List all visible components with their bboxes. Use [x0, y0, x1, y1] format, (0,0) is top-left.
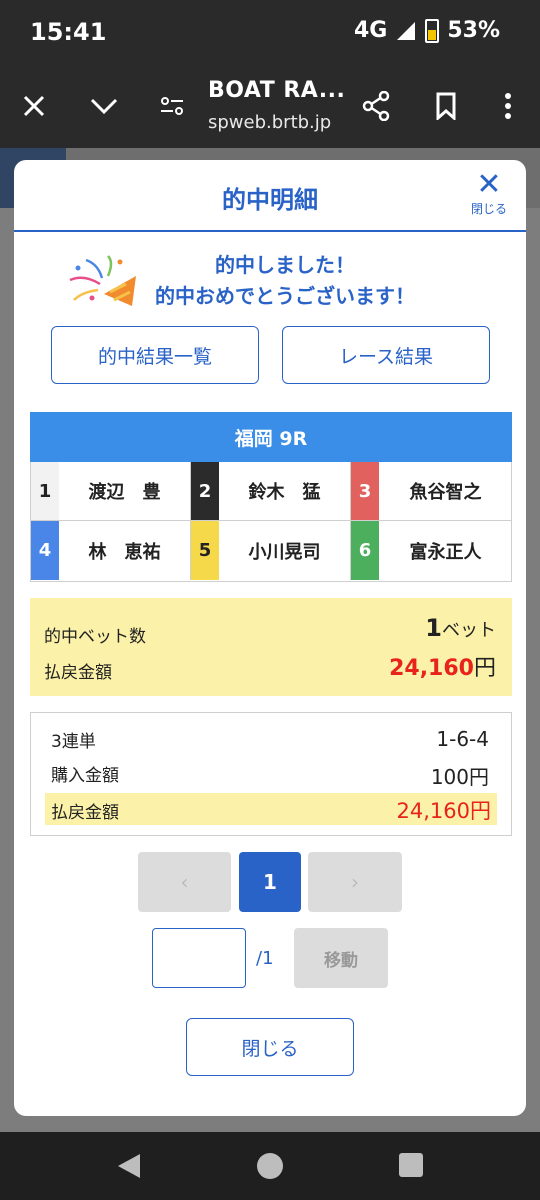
modal-header: 的中明細 ✕ 閉じる — [14, 160, 526, 232]
racer-number-3: 3 — [351, 462, 379, 520]
racer-cell-3: 3 魚谷智之 — [351, 462, 512, 521]
bet-count-number: 1 — [425, 614, 442, 642]
modal-title: 的中明細 — [222, 186, 318, 214]
share-icon[interactable] — [354, 84, 398, 128]
hit-results-list-button[interactable]: 的中結果一覧 — [51, 326, 259, 384]
status-bar: 15:41 4G 53% — [0, 0, 540, 64]
hit-summary: 的中ベット数 1ベット 払戻金額 24,160円 — [30, 598, 512, 696]
purchase-label: 購入金額 — [51, 766, 119, 786]
page-settings-icon[interactable] — [150, 84, 194, 128]
payout-total-unit: 円 — [473, 656, 496, 681]
chevron-right-icon: › — [351, 870, 359, 894]
racer-number-5: 5 — [191, 521, 219, 580]
bet-type: 3連単 — [51, 732, 96, 752]
race-result-button[interactable]: レース結果 — [282, 326, 490, 384]
detail-payout-label: 払戻金額 — [51, 803, 119, 823]
close-tab-icon[interactable] — [12, 84, 56, 128]
battery-percent: 53% — [447, 18, 500, 43]
bet-combination: 1-6-4 — [436, 727, 489, 751]
system-nav-bar — [0, 1132, 540, 1200]
page-move-button[interactable]: 移動 — [294, 928, 388, 988]
racer-number-4: 4 — [31, 521, 59, 580]
prev-page-button[interactable]: ‹ — [138, 852, 231, 912]
payout-total: 24,160円 — [389, 650, 496, 682]
racer-name-5: 小川晃司 — [248, 541, 321, 563]
page-number-input[interactable] — [152, 928, 246, 988]
bet-count-value: 1ベット — [425, 614, 496, 642]
racer-number-2: 2 — [191, 462, 219, 520]
racer-cell-6: 6 富永正人 — [351, 521, 512, 580]
payout-label: 払戻金額 — [44, 663, 112, 683]
chevron-down-icon[interactable] — [82, 84, 126, 128]
bookmark-icon[interactable] — [424, 84, 468, 128]
bet-detail: 3連単 1-6-4 購入金額 100円 払戻金額 24,160円 — [30, 712, 512, 836]
racer-cell-4: 4 林 恵祐 — [31, 521, 191, 580]
detail-payout-value: 24,160円 — [396, 799, 491, 823]
home-icon[interactable] — [256, 1152, 284, 1180]
payout-total-amount: 24,160 — [389, 656, 474, 681]
purchase-value: 100円 — [430, 765, 489, 789]
status-time: 15:41 — [30, 18, 107, 46]
recents-icon[interactable] — [398, 1152, 424, 1178]
browser-toolbar: BOAT RA... spweb.brtb.jp — [0, 64, 540, 148]
close-icon: ✕ — [476, 167, 502, 202]
more-options-icon[interactable] — [486, 84, 530, 128]
racer-name-6: 富永正人 — [409, 541, 482, 563]
racer-cell-1: 1 渡辺 豊 — [31, 462, 191, 521]
chevron-left-icon: ‹ — [180, 870, 189, 894]
close-button[interactable]: 閉じる — [186, 1018, 354, 1076]
back-icon[interactable] — [116, 1152, 142, 1180]
signal-icon — [397, 21, 416, 40]
battery-icon — [425, 18, 440, 43]
network-type: 4G — [353, 18, 388, 43]
browser-url[interactable]: spweb.brtb.jp — [208, 112, 331, 133]
detail-payout-row: 払戻金額 24,160円 — [45, 793, 497, 825]
congrats-message: 的中しました！ 的中おめでとうございます！ — [14, 250, 526, 312]
browser-page-title: BOAT RA... — [208, 78, 346, 103]
page-1-button[interactable]: 1 — [239, 852, 301, 912]
racer-cell-2: 2 鈴木 猛 — [191, 462, 351, 521]
modal-close-label: 閉じる — [470, 202, 507, 216]
racer-name-4: 林 恵祐 — [88, 541, 161, 563]
racer-name-2: 鈴木 猛 — [248, 482, 321, 503]
bet-count-unit: ベット — [442, 620, 496, 641]
party-popper-icon — [69, 255, 136, 306]
racer-grid: 1 渡辺 豊 2 鈴木 猛 3 魚谷智之 4 林 恵祐 5 小川晃司 6 富永正… — [30, 462, 512, 582]
racer-cell-5: 5 小川晃司 — [191, 521, 351, 580]
race-header: 福岡 9R — [30, 412, 512, 462]
bet-count-label: 的中ベット数 — [44, 627, 146, 647]
racer-number-6: 6 — [351, 521, 379, 580]
page-total: /1 — [256, 948, 274, 969]
racer-name-3: 魚谷智之 — [409, 482, 482, 503]
modal-close-button[interactable]: ✕ 閉じる — [466, 170, 512, 217]
racer-name-1: 渡辺 豊 — [88, 482, 161, 503]
hit-detail-modal: 的中明細 ✕ 閉じる 的中しました！ 的中おめでとうございます！ 的中結果一覧 … — [14, 160, 526, 1116]
next-page-button[interactable]: › — [308, 852, 402, 912]
racer-number-1: 1 — [31, 462, 59, 520]
